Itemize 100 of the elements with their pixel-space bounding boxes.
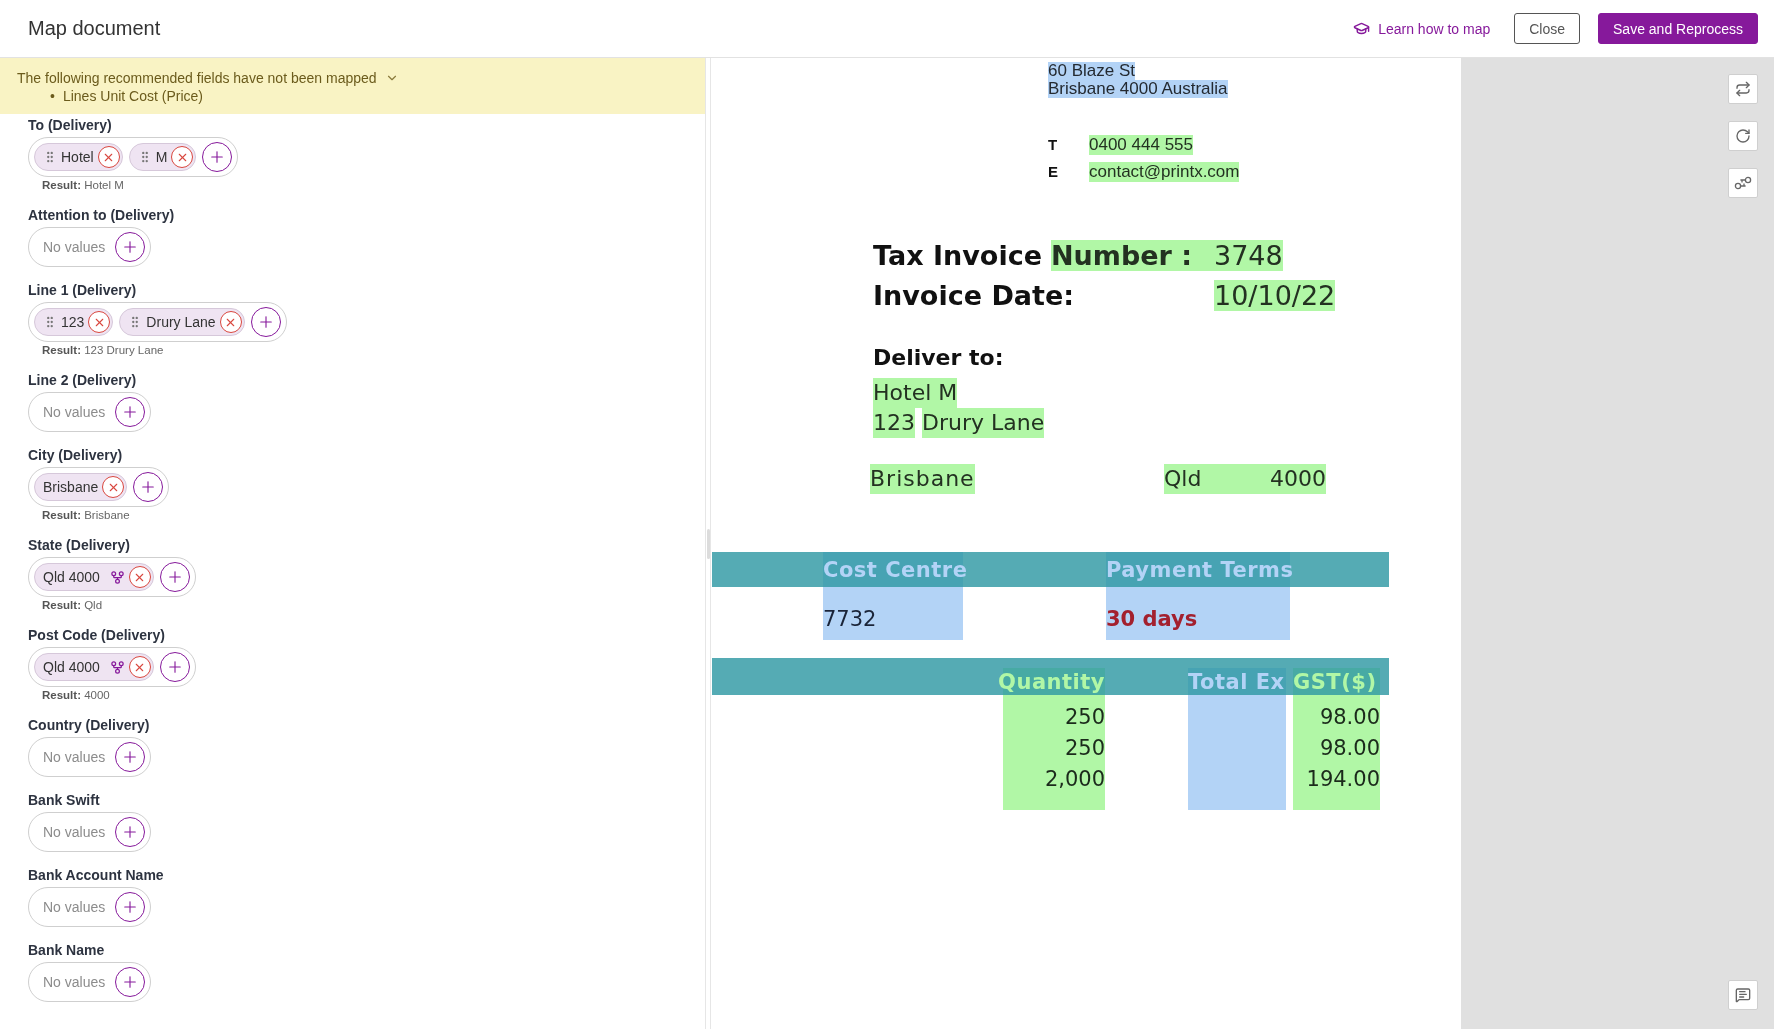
title-value: 3748 [1214,239,1283,271]
value-chip[interactable]: M [128,143,197,171]
field-label: To (Delivery) [28,116,112,134]
add-button[interactable] [115,742,145,772]
add-button[interactable] [115,967,145,997]
value-input[interactable]: No values [41,748,109,766]
connect-button[interactable] [1728,168,1758,198]
contact-label: T [1048,136,1058,153]
remove-button[interactable] [171,146,194,168]
remove-button[interactable] [128,656,151,678]
table-header-text: Quantity [998,669,1105,694]
plus-icon [121,403,139,421]
table-cell-text: 194.00 [1306,766,1380,791]
table-cell-text: 30 days [1106,606,1199,631]
save-button[interactable]: Save and Reprocess [1598,13,1758,44]
remove-button[interactable] [88,311,111,333]
add-button[interactable] [115,892,145,922]
link-nodes-icon [1734,176,1752,190]
plus-icon [121,898,139,916]
comment-button[interactable] [1728,980,1758,1010]
value-input[interactable]: No values [41,403,109,421]
remove-button[interactable] [219,311,242,333]
plus-icon [121,823,139,841]
result-text: Result: Hotel M [42,178,124,192]
field-label: Bank Swift [28,791,100,809]
location-text: Brisbane [870,464,975,494]
table-cell-text: 7732 [823,606,878,631]
add-button[interactable] [159,652,190,682]
field-label: Bank Account Name [28,866,164,884]
value-chip[interactable]: 123 [34,308,114,336]
field-label: City (Delivery) [28,446,123,464]
banner-message: The following recommended fields have not been mapped [17,70,377,86]
table-header-text: Payment Terms [1106,557,1290,582]
add-button[interactable] [250,307,281,337]
remove-button[interactable] [128,566,151,588]
field-label: Bank Name [28,941,105,959]
value-chip[interactable]: Brisbane [34,473,128,501]
split-icon[interactable] [109,569,125,585]
value-chip[interactable]: Qld 4000 [34,563,154,591]
table-cell-text: 2,000 [1044,766,1105,791]
value-chip[interactable]: Qld 4000 [34,653,154,681]
result-text: Result: 123 Drury Lane [42,343,164,357]
plus-icon [121,973,139,991]
field-label: Line 2 (Delivery) [28,371,137,389]
result-text: Result: Brisbane [42,508,130,522]
field-label: Post Code (Delivery) [28,626,165,644]
help-link[interactable]: Learn how to map [1353,20,1491,37]
close-button[interactable]: Close [1514,13,1581,44]
split-icon[interactable] [109,659,125,675]
title-text: Number : [1050,239,1214,271]
plus-icon [121,748,139,766]
delivery-text: Hotel M [873,378,958,408]
location-text: Qld [1164,464,1270,494]
table-cell-text: 98.00 [1319,735,1380,760]
table-cell-text: 98.00 [1319,704,1380,729]
add-button[interactable] [202,142,233,172]
remove-button[interactable] [102,476,125,498]
value-chip[interactable]: Drury Lane [119,308,245,336]
title-value: 10/10/22 [1214,279,1336,311]
remove-button[interactable] [97,146,120,168]
value-input[interactable]: No values [41,973,109,991]
add-button[interactable] [115,817,145,847]
swap-button[interactable] [1728,74,1758,104]
delivery-text: Drury Lane [922,408,1045,438]
add-button[interactable] [115,232,145,262]
delivery-text: 123 [873,408,915,438]
table-header-text: GST($) [1293,669,1377,694]
value-input[interactable]: No values [41,823,109,841]
delivery-heading: Deliver to: [873,344,1005,372]
contact-value: 0400 444 555 [1089,134,1193,155]
contact-value: contact@printx.com [1089,161,1240,182]
field-label: State (Delivery) [28,536,130,554]
value-input[interactable]: No values [41,238,109,256]
result-text: Result: 4000 [42,688,110,702]
title-text: Invoice Date: [873,279,1076,311]
title-text: Tax Invoice [873,239,1042,271]
bullet-marker: • [50,88,55,104]
table-cell-text: 250 [1064,704,1105,729]
table-header-text: Total Ex [1188,669,1285,694]
repeat-arrows-icon [1735,81,1751,97]
field-label: Country (Delivery) [28,716,150,734]
add-button[interactable] [159,562,190,592]
message-icon [1735,987,1751,1003]
page-title: Map document [28,17,161,40]
graduation-cap-icon [1353,20,1371,37]
resize-handle[interactable] [706,528,710,559]
add-button[interactable] [133,472,164,502]
rotate-icon [1735,128,1751,144]
result-text: Result: Qld [42,598,103,612]
add-button[interactable] [115,397,145,427]
rotate-button[interactable] [1728,121,1758,151]
value-input[interactable]: No values [41,898,109,916]
location-text: 4000 [1270,464,1326,494]
value-chip[interactable]: Hotel [34,143,123,171]
field-label: Line 1 (Delivery) [28,281,137,299]
field-label: Attention to (Delivery) [28,206,175,224]
plus-icon [121,238,139,256]
table-cell-text: 250 [1064,735,1105,760]
unmapped-field-text: Lines Unit Cost (Price) [62,88,203,104]
contact-label: E [1048,163,1058,180]
